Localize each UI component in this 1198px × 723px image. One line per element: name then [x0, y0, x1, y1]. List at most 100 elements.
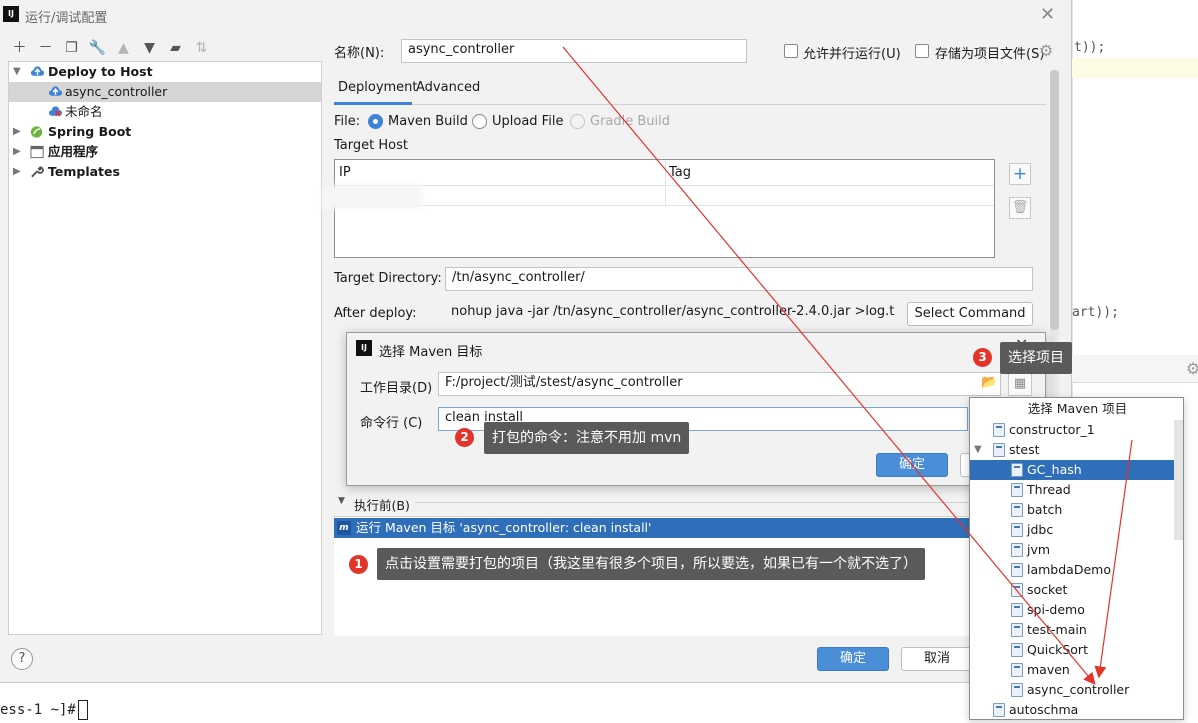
cmdline-label: 命令行 (C) [360, 416, 423, 431]
scrollbar-thumb[interactable] [1050, 70, 1059, 330]
popup-title: 选择 Maven 项目 [1027, 401, 1128, 416]
module-icon [1011, 463, 1023, 477]
select-command-button[interactable]: Select Command [907, 302, 1033, 326]
trash-icon[interactable]: 🗑 [1009, 197, 1031, 219]
module-icon [1011, 663, 1023, 677]
annotation-badge-2: 2 [455, 428, 474, 447]
module-icon [993, 423, 1005, 437]
project-item-selected[interactable]: GC_hash [970, 460, 1174, 480]
module-icon [1011, 623, 1023, 637]
help-icon[interactable]: ? [11, 648, 33, 670]
name-field[interactable]: async_controller [401, 39, 747, 63]
module-icon [1011, 643, 1023, 657]
workdir-label: 工作目录(D) [360, 381, 433, 396]
ok-button[interactable]: 确定 [817, 647, 889, 671]
popup-scrollbar[interactable] [1174, 420, 1183, 540]
module-icon [1011, 523, 1023, 537]
spring-boot-icon [30, 126, 43, 138]
project-item[interactable]: constructor_1 [970, 420, 1174, 440]
gradle-build-radio[interactable] [570, 114, 585, 129]
project-item[interactable]: autoschma [970, 700, 1174, 719]
store-project-file-checkbox[interactable] [915, 44, 929, 58]
chevron-down-icon[interactable]: ▼ [974, 440, 982, 460]
tree-item-async-controller[interactable]: async_controller [9, 82, 321, 102]
project-item[interactable]: QuickSort [970, 640, 1174, 660]
project-item[interactable]: jvm [970, 540, 1174, 560]
tree-item-label: Deploy to Host [48, 64, 153, 79]
tree-item-application[interactable]: ▶ 应用程序 [9, 142, 321, 162]
module-icon [1011, 683, 1023, 697]
project-item[interactable]: lambdaDemo [970, 560, 1174, 580]
module-icon [1011, 483, 1023, 497]
module-icon [1011, 583, 1023, 597]
cancel-button[interactable]: 取消 [901, 647, 973, 671]
folder-icon[interactable]: 📂 [981, 375, 997, 390]
add-host-icon[interactable]: + [1009, 163, 1031, 185]
maven-ok-button[interactable]: 确定 [876, 453, 948, 477]
arrow-down-icon[interactable]: ▼ [140, 39, 159, 58]
terminal[interactable]: ess-1 ~]# [0, 688, 970, 723]
target-host-label: Target Host [334, 138, 408, 153]
folder-add-icon[interactable]: ▰ [166, 39, 185, 58]
before-launch-item[interactable]: m 运行 Maven 目标 'async_controller: clean i… [334, 518, 974, 538]
maven-build-radio[interactable] [368, 114, 383, 129]
annotation-badge-3: 3 [973, 348, 992, 367]
sort-icon[interactable]: ⇅ [192, 39, 211, 58]
chevron-right-icon[interactable]: ▶ [13, 142, 21, 162]
module-icon [993, 443, 1005, 457]
tab-deployment[interactable]: Deployment [338, 80, 418, 95]
tab-advanced[interactable]: Advanced [416, 80, 480, 95]
maven-project-popup: 选择 Maven 项目 constructor_1 ▼ stest GC_hash… [969, 397, 1184, 720]
workdir-field[interactable]: F:/project/测试/stest/async_controller [438, 372, 1001, 396]
wrench-icon[interactable]: 🔧 [88, 39, 107, 58]
minus-icon[interactable]: － [36, 39, 55, 58]
select-project-icon[interactable]: ▦ [1008, 372, 1032, 396]
maven-dialog-title: 选择 Maven 目标 [379, 345, 483, 360]
file-label: File: [334, 114, 361, 129]
maven-icon: m [337, 521, 351, 535]
project-item[interactable]: socket [970, 580, 1174, 600]
module-icon [1011, 503, 1023, 517]
target-dir-field[interactable]: /tn/async_controller/ [445, 267, 1033, 291]
project-item[interactable]: async_controller [970, 680, 1174, 700]
project-item[interactable]: maven [970, 660, 1174, 680]
project-item[interactable]: spi-demo [970, 600, 1174, 620]
code-line: art)); [1072, 305, 1119, 320]
tab-active-indicator [334, 102, 412, 105]
redacted-ip [322, 185, 422, 209]
code-line: t)); [1074, 40, 1106, 55]
arrow-up-icon[interactable]: ▲ [114, 39, 133, 58]
project-item[interactable]: jdbc [970, 520, 1174, 540]
tree-item-unnamed[interactable]: 未命名 [9, 102, 321, 122]
module-icon [1011, 563, 1023, 577]
chevron-down-icon[interactable]: ▼ [338, 496, 345, 506]
tree-item-templates[interactable]: ▶ Templates [9, 162, 321, 182]
gear-icon[interactable]: ⚙ [1186, 359, 1198, 378]
project-item[interactable]: ▼ stest [970, 440, 1174, 460]
dialog-title-bar: IJ 运行/调试配置 ✕ [0, 0, 1072, 30]
tree-item-spring-boot[interactable]: ▶ Spring Boot [9, 122, 321, 142]
gear-icon[interactable]: ⚙ [1039, 41, 1053, 60]
plus-icon[interactable]: ＋ [10, 39, 29, 58]
before-launch-label[interactable]: 执行前(B) [354, 495, 410, 514]
project-item[interactable]: Thread [970, 480, 1174, 500]
close-icon[interactable]: ✕ [1040, 4, 1055, 25]
chevron-right-icon[interactable]: ▶ [13, 162, 21, 182]
chevron-right-icon[interactable]: ▶ [13, 122, 21, 142]
target-host-table[interactable]: IP Tag [334, 159, 995, 258]
project-item[interactable]: batch [970, 500, 1174, 520]
terminal-cursor [77, 700, 88, 720]
row-divider [335, 185, 994, 186]
copy-icon[interactable]: ❐ [62, 39, 81, 58]
chevron-down-icon[interactable]: ▼ [13, 62, 21, 82]
tree-item-deploy-to-host[interactable]: ▼ Deploy to Host [9, 62, 321, 82]
before-launch-divider [415, 502, 1045, 503]
column-header-ip[interactable]: IP [335, 160, 665, 185]
project-item[interactable]: test-main [970, 620, 1174, 640]
target-dir-label: Target Directory: [334, 271, 442, 286]
module-icon [993, 703, 1005, 717]
after-deploy-field[interactable]: nohup java -jar /tn/async_controller/asy… [445, 302, 895, 326]
parallel-run-checkbox[interactable] [784, 44, 798, 58]
column-header-tag[interactable]: Tag [665, 160, 994, 185]
upload-file-radio[interactable] [472, 114, 487, 129]
